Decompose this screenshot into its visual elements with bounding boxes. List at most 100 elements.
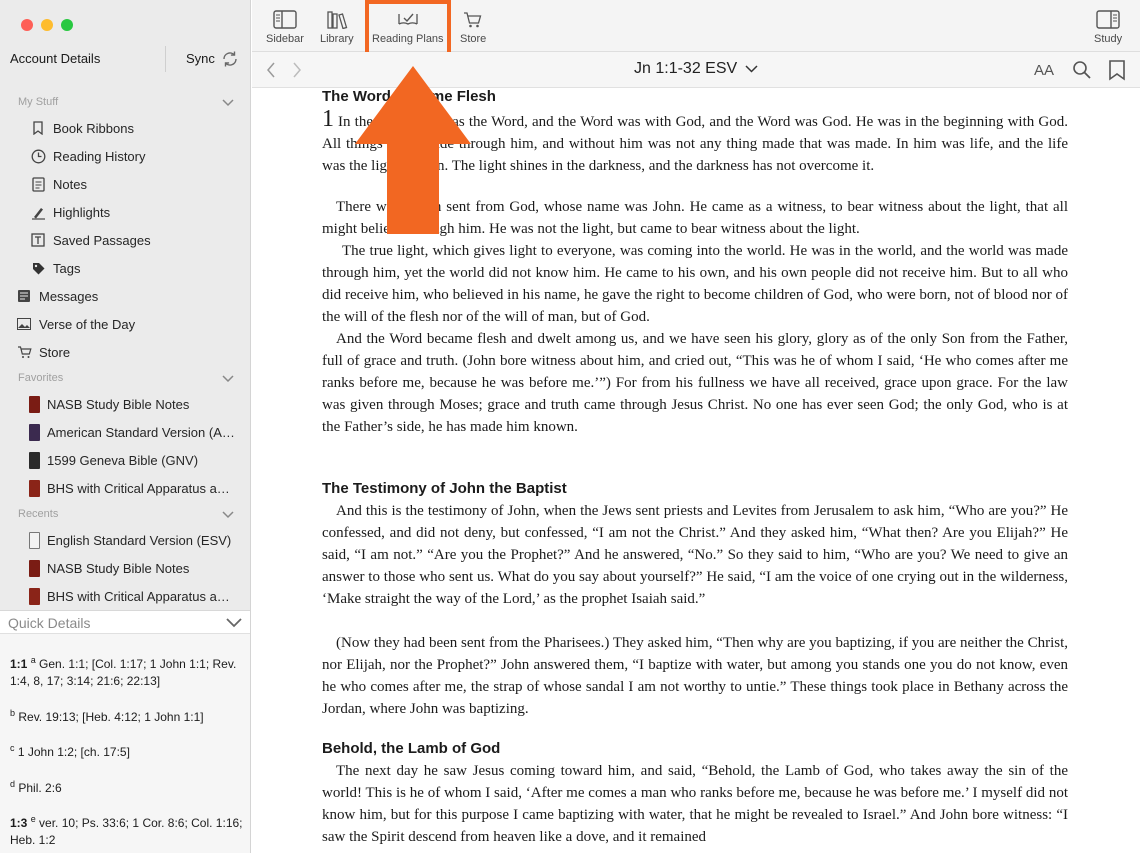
- favorite-item-label: 1599 Geneva Bible (GNV): [47, 452, 199, 468]
- book-cover-icon: [29, 479, 40, 497]
- favorite-item-label: BHS with Critical Apparatus a…: [47, 480, 230, 496]
- bible-paragraph[interactable]: (Now they had been sent from the Pharise…: [322, 632, 1068, 720]
- image-icon: [16, 316, 32, 332]
- sidebar-item-label: Messages: [39, 288, 99, 304]
- version-text: ESV: [705, 60, 738, 77]
- sidebar-item-label: Store: [39, 344, 71, 360]
- notes-icon: [30, 176, 46, 192]
- search-icon[interactable]: [1072, 60, 1092, 80]
- close-window-button[interactable]: [21, 19, 33, 31]
- cross-reference-note[interactable]: d Phil. 2:6: [10, 776, 246, 797]
- saved-passage-icon: [30, 232, 46, 248]
- chevron-down-icon[interactable]: [222, 375, 234, 383]
- recent-item[interactable]: NASB Study Bible Notes: [29, 555, 189, 581]
- forward-arrow-icon[interactable]: [292, 62, 302, 78]
- note-letter: e: [30, 814, 36, 824]
- annotation-arrow: [355, 66, 471, 234]
- favorite-item[interactable]: NASB Study Bible Notes: [29, 391, 189, 417]
- quick-details-panel: 1:1 a Gen. 1:1; [Col. 1:17; 1 John 1:1; …: [0, 634, 250, 853]
- store-label: Store: [460, 33, 487, 45]
- sidebar-item-label: Reading History: [53, 148, 146, 164]
- bible-paragraph[interactable]: And the Word became flesh and dwelt amon…: [322, 328, 1068, 460]
- library-icon: [327, 11, 348, 29]
- sidebar-item-store[interactable]: Store: [16, 339, 70, 365]
- highlighter-icon: [30, 204, 46, 220]
- recents-header[interactable]: Recents: [18, 508, 58, 520]
- recent-item[interactable]: English Standard Version (ESV): [29, 527, 231, 553]
- back-arrow-icon[interactable]: [266, 62, 276, 78]
- paragraph-text: And the Word became flesh and dwelt amon…: [322, 331, 1068, 435]
- sidebar-item-label: Highlights: [53, 204, 111, 220]
- account-details-button[interactable]: Account Details: [10, 51, 100, 66]
- store-button[interactable]: Store: [460, 10, 486, 45]
- book-cover-icon: [29, 423, 40, 441]
- sidebar-item-verse-of-the-day[interactable]: Verse of the Day: [16, 311, 135, 337]
- sync-icon[interactable]: [220, 49, 240, 69]
- chapter-number: 1: [322, 108, 334, 132]
- book-cover-icon: [29, 451, 40, 469]
- sidebar: Account Details Sync My Stuff Book Ribbo…: [0, 0, 251, 853]
- chevron-down-icon[interactable]: [226, 618, 242, 628]
- quick-details-bar[interactable]: Quick Details: [0, 610, 250, 634]
- highlight-box: [365, 0, 451, 56]
- sidebar-item-notes[interactable]: Notes: [30, 171, 87, 197]
- chevron-down-icon: [745, 65, 758, 73]
- bookmark-icon: [30, 120, 46, 136]
- sync-button[interactable]: Sync: [186, 51, 215, 66]
- favorite-item-label: American Standard Version (A…: [47, 424, 235, 440]
- note-verse-ref: 1:3: [10, 816, 28, 830]
- cross-reference-note[interactable]: c 1 John 1:2; [ch. 17:5]: [10, 740, 246, 761]
- cart-icon: [464, 12, 482, 28]
- divider: [165, 46, 166, 72]
- study-label: Study: [1094, 33, 1123, 45]
- sidebar-item-label: Book Ribbons: [53, 120, 134, 136]
- note-text: Phil. 2:6: [18, 781, 62, 795]
- sidebar-item-tags[interactable]: Tags: [30, 255, 80, 281]
- sidebar-item-reading-history[interactable]: Reading History: [30, 143, 146, 169]
- library-button[interactable]: Library: [320, 10, 354, 45]
- cross-reference-note[interactable]: 1:1 a Gen. 1:1; [Col. 1:17; 1 John 1:1; …: [10, 652, 246, 690]
- book-cover-icon: [29, 559, 40, 577]
- sidebar-item-label: Saved Passages: [53, 232, 151, 248]
- recent-item-label: English Standard Version (ESV): [47, 532, 232, 548]
- favorite-item[interactable]: American Standard Version (A…: [29, 419, 235, 445]
- sidebar-item-messages[interactable]: Messages: [16, 283, 98, 309]
- note-verse-ref: 1:1: [10, 657, 28, 671]
- paragraph-text: The next day he saw Jesus coming toward …: [322, 763, 1068, 845]
- study-toggle-button[interactable]: Study: [1094, 10, 1122, 45]
- recent-item-label: BHS with Critical Apparatus a…: [47, 588, 230, 604]
- zoom-window-button[interactable]: [61, 19, 73, 31]
- sidebar-item-highlights[interactable]: Highlights: [30, 199, 110, 225]
- note-letter: b: [10, 708, 16, 718]
- bible-paragraph[interactable]: The next day he saw Jesus coming toward …: [322, 760, 1068, 848]
- tag-icon: [30, 260, 46, 276]
- library-label: Library: [320, 33, 354, 45]
- cross-reference-note[interactable]: 1:3 e ver. 10; Ps. 33:6; 1 Cor. 8:6; Col…: [10, 811, 246, 849]
- recent-item[interactable]: BHS with Critical Apparatus a…: [29, 583, 230, 609]
- bookmark-icon[interactable]: [1108, 60, 1126, 81]
- sidebar-item-label: Verse of the Day: [39, 316, 136, 332]
- messages-icon: [16, 288, 32, 304]
- chevron-down-icon[interactable]: [222, 99, 234, 107]
- text-size-button[interactable]: AA: [1034, 62, 1054, 79]
- cross-reference-note[interactable]: b Rev. 19:13; [Heb. 4:12; 1 John 1:1]: [10, 705, 246, 726]
- favorites-header[interactable]: Favorites: [18, 372, 63, 384]
- sidebar-toggle-label: Sidebar: [266, 33, 304, 45]
- book-cover-icon: [29, 587, 40, 605]
- quick-details-label: Quick Details: [8, 615, 91, 631]
- my-stuff-header[interactable]: My Stuff: [18, 96, 58, 108]
- passage-reference[interactable]: Jn 1:1-32 ESV: [634, 60, 758, 78]
- bible-paragraph[interactable]: The true light, which gives light to eve…: [322, 240, 1068, 328]
- sidebar-item-book-ribbons[interactable]: Book Ribbons: [30, 115, 134, 141]
- note-text: Gen. 1:1; [Col. 1:17; 1 John 1:1; Rev. 1…: [10, 657, 237, 688]
- recent-item-label: NASB Study Bible Notes: [47, 560, 190, 576]
- chevron-down-icon[interactable]: [222, 511, 234, 519]
- sidebar-item-saved-passages[interactable]: Saved Passages: [30, 227, 151, 253]
- favorite-item[interactable]: BHS with Critical Apparatus a…: [29, 475, 230, 501]
- favorite-item-label: NASB Study Bible Notes: [47, 396, 190, 412]
- minimize-window-button[interactable]: [41, 19, 53, 31]
- note-letter: a: [30, 655, 36, 665]
- sidebar-toggle-button[interactable]: Sidebar: [266, 10, 304, 45]
- favorite-item[interactable]: 1599 Geneva Bible (GNV): [29, 447, 198, 473]
- bible-paragraph[interactable]: And this is the testimony of John, when …: [322, 500, 1068, 632]
